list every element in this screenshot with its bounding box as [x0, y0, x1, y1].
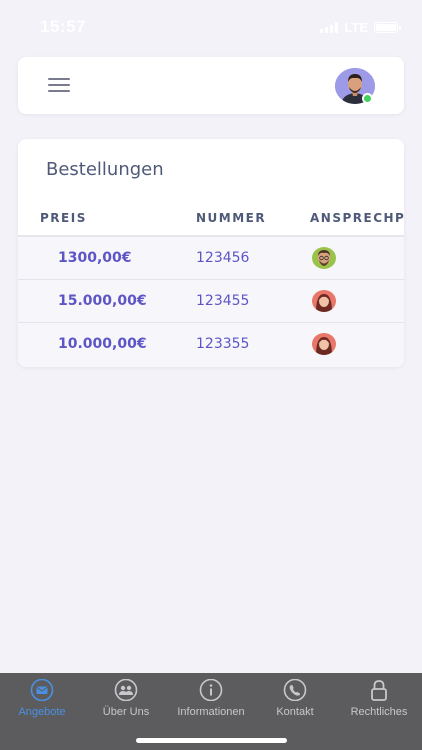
male-contact-avatar[interactable] — [312, 247, 336, 269]
tab-angebote[interactable]: Angebote — [0, 673, 84, 723]
female-contact-avatar[interactable] — [312, 290, 336, 312]
column-header-contact[interactable]: ANSPRECHP — [310, 211, 404, 225]
female-contact-avatar[interactable] — [312, 333, 336, 355]
order-price: 10.000,00€ — [58, 336, 147, 352]
order-number: 123455 — [196, 293, 250, 309]
info-icon — [199, 679, 223, 701]
order-price: 1300,00€ — [58, 250, 132, 266]
top-app-bar — [18, 57, 404, 114]
hamburger-icon[interactable] — [48, 78, 70, 94]
table-row[interactable]: 15.000,00€ 123455 — [18, 280, 404, 323]
status-bar: 15:57 LTE — [0, 0, 422, 50]
mail-icon — [30, 679, 54, 701]
tab-label: Kontakt — [276, 706, 314, 718]
people-icon — [114, 679, 138, 701]
online-status-dot — [362, 93, 373, 104]
tab-label: Rechtliches — [350, 706, 408, 718]
orders-title: Bestellungen — [46, 159, 164, 180]
home-indicator[interactable] — [136, 738, 287, 743]
user-avatar[interactable] — [333, 68, 379, 104]
column-header-price[interactable]: PREIS — [40, 211, 87, 225]
column-header-number[interactable]: NUMMER — [196, 211, 266, 225]
tab-label: Über Uns — [102, 706, 150, 718]
table-row[interactable]: 1300,00€ 123456 — [18, 237, 404, 280]
tab-ueber-uns[interactable]: Über Uns — [84, 673, 168, 723]
order-number: 123456 — [196, 250, 250, 266]
status-indicators: LTE — [320, 20, 401, 35]
tab-informationen[interactable]: Informationen — [168, 673, 254, 723]
phone-icon — [283, 679, 307, 701]
order-price: 15.000,00€ — [58, 293, 147, 309]
order-number: 123355 — [196, 336, 250, 352]
table-row[interactable]: 10.000,00€ 123355 — [18, 323, 404, 367]
lock-icon — [371, 680, 387, 701]
tab-label: Informationen — [177, 706, 245, 718]
tab-label: Angebote — [18, 706, 66, 718]
network-type: LTE — [344, 20, 368, 35]
signal-icon — [320, 22, 339, 33]
battery-icon — [374, 22, 401, 33]
tab-rechtliches[interactable]: Rechtliches — [336, 673, 422, 723]
tab-kontakt[interactable]: Kontakt — [254, 673, 336, 723]
orders-card: Bestellungen PREIS NUMMER ANSPRECHP 1300… — [18, 139, 404, 367]
status-time: 15:57 — [40, 17, 86, 36]
